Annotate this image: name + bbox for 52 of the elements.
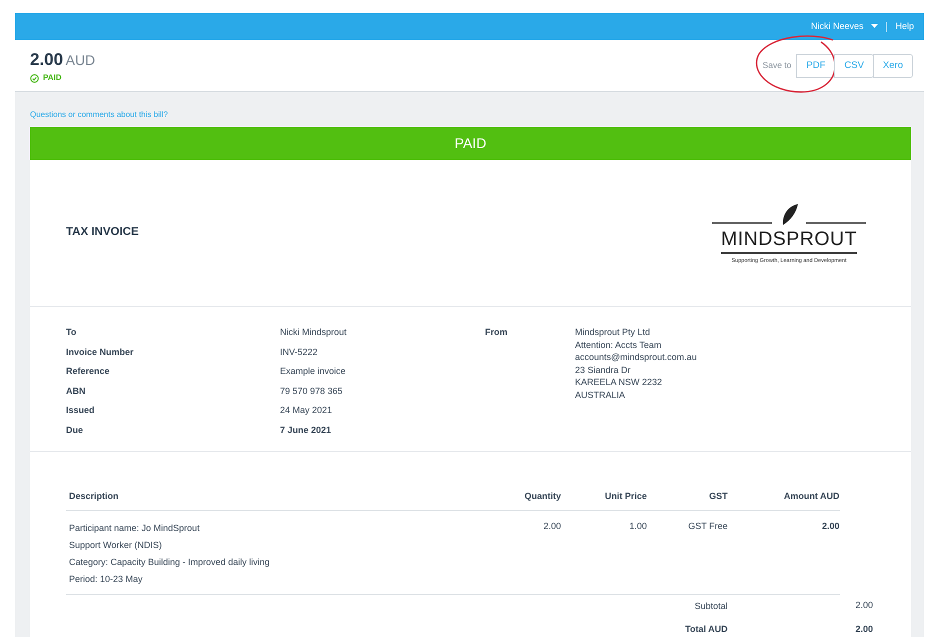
currency: AUD [66, 52, 96, 68]
description-line: Category: Capacity Building - Improved daily living [69, 556, 271, 569]
check-circle-icon [30, 74, 39, 83]
detail-value: INV-5222 [280, 346, 319, 358]
detail-value: 79 570 978 365 [280, 384, 344, 398]
column-header: GST [646, 490, 728, 510]
detail-value: Nicki Mindsprout [280, 326, 348, 339]
export-button[interactable]: PDF [796, 54, 836, 78]
invoice-title: TAX INVOICE [66, 225, 139, 240]
address-line: KAREELA NSW 2232 [575, 376, 664, 388]
save-to-label: Save to [762, 59, 792, 72]
export-button[interactable]: CSV [834, 54, 874, 78]
cell-text: GST Free [688, 520, 728, 530]
address-line: 23 Siandra Dr [575, 364, 632, 376]
address-line: AUSTRALIA [575, 388, 626, 401]
total-value: 2.00 [855, 600, 873, 610]
detail-label: Issued [66, 404, 96, 417]
status-banner: PAID [30, 127, 911, 160]
feather-icon [712, 201, 866, 228]
detail-label: ABN [66, 384, 86, 398]
detail-label: To [66, 326, 78, 339]
detail-value: 7 June 2021 [280, 424, 332, 436]
description-line: Participant name: Jo MindSprout [69, 522, 201, 535]
total-label: Subtotal [694, 600, 728, 610]
detail-label: Reference [66, 365, 111, 378]
cell-text: 2.00 [822, 520, 840, 530]
total-label: Total AUD [685, 624, 728, 634]
description-line: Period: 10-23 May [69, 572, 144, 586]
detail-label: Due [66, 424, 84, 436]
detail-value: Example invoice [280, 365, 347, 378]
amount: 2.00 [30, 50, 64, 69]
user-menu[interactable]: Nicki Neeves [810, 20, 878, 34]
address-line: accounts@mindsprout.com.au [575, 351, 697, 364]
from-label: From [485, 326, 508, 339]
questions-link[interactable]: Questions or comments about this bill? [30, 109, 168, 121]
detail-value: 24 May 2021 [280, 404, 334, 417]
address-line: Mindsprout Pty Ltd [575, 326, 652, 338]
detail-label: Invoice Number [66, 346, 135, 358]
column-header: Amount AUD [728, 490, 840, 510]
logo-wordmark: MINDSPROUT [720, 227, 858, 254]
help-link[interactable]: Help [895, 20, 914, 34]
description-line: Support Worker (NDIS) [69, 538, 163, 552]
column-header: Quantity [486, 490, 561, 510]
export-button[interactable]: Xero [872, 54, 913, 78]
caret-icon [871, 24, 878, 29]
column-header: Unit Price [560, 490, 647, 510]
cell-text: 2.00 [543, 520, 561, 530]
total-value: 2.00 [855, 624, 873, 634]
address-line: Attention: Accts Team [575, 338, 662, 351]
cell-text: 1.00 [629, 520, 647, 530]
status-label: PAID [43, 72, 62, 84]
column-header: Description [66, 490, 486, 510]
